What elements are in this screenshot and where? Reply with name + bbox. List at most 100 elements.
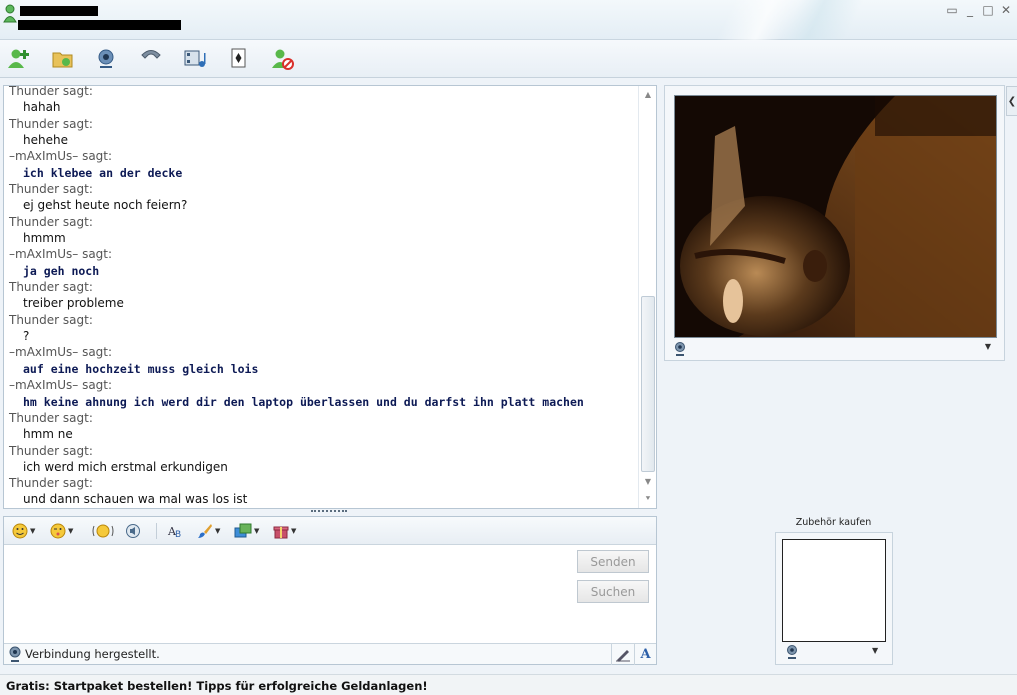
send-files-button[interactable] xyxy=(49,46,77,72)
chevron-down-icon: ▼ xyxy=(215,527,221,535)
scroll-end-icon[interactable]: ⯆ xyxy=(642,494,654,504)
block-contact-icon xyxy=(272,49,294,70)
wallpaper-button[interactable]: ▼ xyxy=(234,522,259,540)
screens-icon xyxy=(234,523,252,538)
webcam-panel: ▼ xyxy=(664,85,1005,361)
chevron-down-icon: ▼ xyxy=(68,527,74,535)
connection-status-text: Verbindung hergestellt. xyxy=(25,647,160,661)
webcam-video xyxy=(674,95,997,338)
status-bar: Verbindung hergestellt. A xyxy=(4,643,656,665)
message-text: ich klebee an der decke xyxy=(23,166,183,180)
accessory-menu-icon[interactable]: ▼ xyxy=(872,646,878,655)
title-decoration xyxy=(657,0,897,40)
games-button[interactable] xyxy=(225,46,253,72)
chat-scrollbar[interactable]: ▲ ▼ ⯆ xyxy=(638,86,656,508)
message-sender: –mAxImUs– sagt: xyxy=(9,149,113,163)
message-sender: Thunder sagt: xyxy=(9,214,93,229)
contact-name-redacted xyxy=(20,6,98,16)
message-sender: –mAxImUs– sagt: xyxy=(9,378,113,392)
close-button[interactable]: ✕ xyxy=(999,3,1013,17)
voice-clip-icon xyxy=(126,524,140,538)
video-note-icon xyxy=(184,50,206,67)
message-sender: Thunder sagt: xyxy=(9,411,93,425)
scroll-up-icon[interactable]: ▲ xyxy=(642,90,654,100)
add-contact-icon xyxy=(8,49,29,68)
webcam-small-icon xyxy=(787,645,797,659)
change-font-button[interactable]: AB xyxy=(167,522,185,540)
message-sender: Thunder sagt: xyxy=(9,116,93,131)
emoticon-button[interactable]: ▼ xyxy=(12,522,35,540)
message-text: ? xyxy=(23,328,30,343)
text-mode-button[interactable]: A xyxy=(634,644,656,665)
wink-button[interactable]: ▼ xyxy=(50,522,73,540)
message-sender: –mAxImUs– sagt: xyxy=(9,345,113,359)
activities-button[interactable] xyxy=(181,46,209,72)
main-toolbar xyxy=(0,40,1017,78)
message-sender: Thunder sagt: xyxy=(9,280,93,294)
gift-button[interactable]: ▼ xyxy=(273,522,296,540)
block-button[interactable] xyxy=(269,46,297,72)
nudge-button[interactable] xyxy=(92,522,114,540)
message-text: hahah xyxy=(23,100,61,114)
message-list: Thunder sagt: hahah Thunder sagt: hehehe –mA… xyxy=(9,85,637,508)
nudge-icon xyxy=(92,524,114,538)
message-sender: Thunder sagt: xyxy=(9,85,93,98)
ad-bar[interactable]: Gratis: Startpaket bestellen! Tipps für … xyxy=(0,674,1017,695)
webcam-menu-icon[interactable]: ▼ xyxy=(985,342,991,351)
title-bar: ▭ _ □ ✕ xyxy=(0,0,1017,40)
minimize-button[interactable]: _ xyxy=(963,3,977,17)
search-button[interactable]: Suchen xyxy=(577,580,649,603)
pane-splitter[interactable] xyxy=(311,510,347,514)
window-controls: ▭ _ □ ✕ xyxy=(945,3,1013,17)
folder-icon xyxy=(52,52,73,68)
message-sender: Thunder sagt: xyxy=(9,443,93,458)
background-button[interactable]: ▼ xyxy=(197,522,220,540)
pen-icon xyxy=(615,649,630,662)
accessories-label[interactable]: Zubehör kaufen xyxy=(777,517,890,528)
svg-text:B: B xyxy=(175,530,181,539)
toolbar-separator xyxy=(156,523,157,539)
accessories-panel: ▼ xyxy=(775,532,893,665)
smiley-icon xyxy=(12,523,28,539)
webcam-icon xyxy=(675,342,685,356)
message-text: hmmm xyxy=(23,230,66,245)
webcam-button[interactable] xyxy=(93,46,121,72)
message-text: ej gehst heute noch feiern? xyxy=(23,198,188,212)
message-text: hehehe xyxy=(23,132,68,147)
game-card-icon xyxy=(231,48,246,68)
restore-button[interactable]: ▭ xyxy=(945,3,959,17)
contact-message-redacted xyxy=(18,20,181,30)
webcam-image xyxy=(675,96,996,337)
compose-panel: ▼ ▼ AB ▼ ▼ ▼ Senden Suchen Verbindung he… xyxy=(3,516,657,665)
ad-text[interactable]: Gratis: Startpaket bestellen! Tipps für … xyxy=(6,679,428,693)
format-toolbar: ▼ ▼ AB ▼ ▼ ▼ xyxy=(4,517,656,545)
scroll-down-icon[interactable]: ▼ xyxy=(642,477,654,487)
message-sender: –mAxImUs– sagt: xyxy=(9,247,113,261)
conversation-history[interactable]: Thunder sagt: hahah Thunder sagt: hehehe –mA… xyxy=(3,85,657,509)
send-button[interactable]: Senden xyxy=(577,550,649,573)
wink-icon xyxy=(50,523,66,539)
buddy-status-icon xyxy=(3,4,17,23)
message-sender: Thunder sagt: xyxy=(9,476,93,490)
chevron-down-icon: ▼ xyxy=(291,527,297,535)
message-text: hmm ne xyxy=(23,427,73,441)
message-text: und dann schauen wa mal was los ist xyxy=(23,492,248,506)
collapse-pane-icon[interactable]: ❮ xyxy=(1006,86,1017,116)
message-sender: Thunder sagt: xyxy=(9,182,93,196)
accessory-picture[interactable] xyxy=(782,539,886,642)
invite-contact-button[interactable] xyxy=(5,46,33,72)
webcam-call-icon xyxy=(98,49,114,68)
message-text: treiber probleme xyxy=(23,296,124,310)
scroll-thumb[interactable] xyxy=(641,296,655,472)
message-text: ja geh noch xyxy=(23,264,100,278)
voice-clip-button[interactable] xyxy=(125,522,141,540)
maximize-button[interactable]: □ xyxy=(981,3,995,17)
webcam-controls: ▼ xyxy=(674,340,997,358)
paintbrush-icon xyxy=(198,524,212,538)
message-text: hm keine ahnung ich werd dir den laptop … xyxy=(23,395,584,409)
message-sender: Thunder sagt: xyxy=(9,312,93,327)
handwriting-button[interactable] xyxy=(611,644,633,665)
call-button[interactable] xyxy=(137,46,165,72)
font-icon: AB xyxy=(167,525,181,539)
gift-icon xyxy=(273,526,289,539)
